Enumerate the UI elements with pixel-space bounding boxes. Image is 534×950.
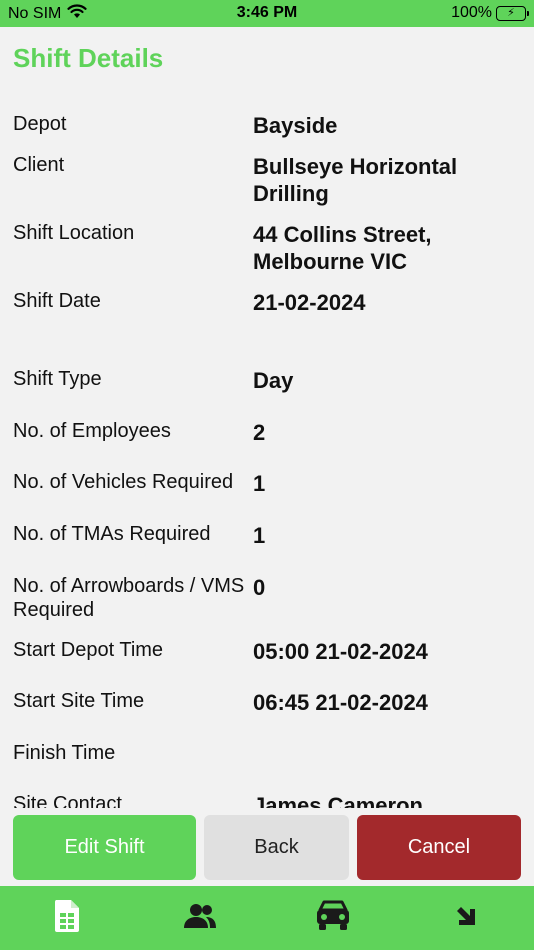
tab-shift-details[interactable]	[0, 886, 133, 950]
detail-value: Bullseye Horizontal Drilling	[253, 154, 458, 206]
detail-value: 05:00 21-02-2024	[253, 639, 428, 664]
detail-label: Start Site Time	[13, 690, 145, 712]
edit-shift-button[interactable]: Edit Shift	[13, 815, 196, 880]
cancel-button[interactable]: Cancel	[357, 815, 521, 880]
detail-value: 21-02-2024	[253, 290, 366, 315]
detail-label: Shift Type	[13, 368, 102, 390]
detail-value: 44 Collins Street, Melbourne VIC	[253, 222, 432, 274]
detail-value: 06:45 21-02-2024	[253, 690, 428, 715]
detail-label: Site Contact	[13, 793, 122, 808]
detail-value: Day	[253, 368, 294, 393]
detail-label: No. of Employees	[13, 420, 171, 442]
detail-value: 2	[253, 420, 266, 445]
detail-label: Shift Date	[13, 290, 101, 312]
detail-label: No. of Vehicles Required	[13, 471, 234, 493]
detail-label: No. of TMAs Required	[13, 523, 211, 545]
tab-bar	[0, 886, 534, 950]
detail-label: No. of Arrowboards / VMS Required	[13, 575, 245, 621]
detail-value: 1	[253, 471, 266, 496]
tab-employees[interactable]	[133, 886, 266, 950]
page-title: Shift Details	[13, 43, 164, 73]
detail-label: Shift Location	[13, 222, 135, 244]
detail-value: James Cameron	[253, 793, 423, 808]
shift-details-list[interactable]: Shift Details Depot Bayside Client Bulls…	[0, 0, 534, 808]
detail-label: Finish Time	[13, 742, 116, 764]
back-button[interactable]: Back	[204, 815, 349, 880]
tab-finish[interactable]	[399, 886, 532, 950]
tab-vehicles[interactable]	[266, 886, 399, 950]
detail-label: Start Depot Time	[13, 639, 164, 661]
detail-label: Depot	[13, 113, 67, 135]
car-icon	[314, 900, 352, 937]
spreadsheet-icon	[53, 899, 81, 938]
arrow-down-right-icon	[454, 904, 478, 933]
people-icon	[182, 902, 218, 935]
detail-value: 0	[253, 575, 266, 600]
detail-value: 1	[253, 523, 266, 548]
detail-value: Bayside	[253, 113, 338, 138]
detail-label: Client	[13, 154, 65, 176]
